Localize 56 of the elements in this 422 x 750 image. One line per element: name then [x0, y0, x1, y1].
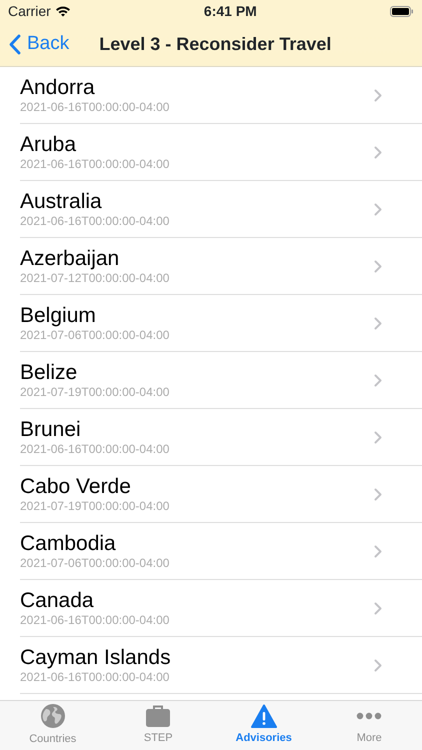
- chevron-right-icon: [374, 260, 382, 272]
- country-row[interactable]: Aruba 2021-06-16T00:00:00-04:00: [20, 124, 422, 181]
- country-name: Belgium: [20, 304, 97, 328]
- country-name: Azerbaijan: [20, 247, 120, 271]
- wifi-icon: [54, 5, 71, 17]
- globe-icon: [40, 703, 66, 730]
- advisory-date: 2021-06-16T00:00:00-04:00: [20, 670, 170, 684]
- country-row[interactable]: Cayman Islands 2021-06-16T00:00:00-04:00: [20, 637, 422, 694]
- chevron-right-icon: [374, 658, 382, 672]
- advisory-date: 2021-06-16T00:00:00-04:00: [20, 442, 170, 456]
- country-name: Belize: [20, 361, 78, 385]
- country-name: Cambodia: [20, 532, 117, 556]
- country-name: Brunei: [20, 418, 82, 442]
- carrier-label: Carrier: [8, 2, 51, 20]
- back-button[interactable]: Back: [8, 30, 70, 58]
- briefcase-icon: [145, 704, 172, 728]
- advisory-date: 2021-06-16T00:00:00-04:00: [20, 613, 170, 627]
- chevron-right-icon: [374, 488, 382, 500]
- country-name: Cabo Verde: [20, 475, 132, 499]
- country-row[interactable]: Belize 2021-07-19T00:00:00-04:00: [20, 352, 422, 409]
- chevron-right-icon: [374, 146, 382, 158]
- advisory-date: 2021-07-19T00:00:00-04:00: [20, 499, 170, 513]
- advisory-date: 2021-06-16T00:00:00-04:00: [20, 157, 170, 171]
- chevron-right-icon: [374, 602, 382, 614]
- country-row[interactable]: Australia 2021-06-16T00:00:00-04:00: [20, 181, 422, 238]
- advisory-date: 2021-07-19T00:00:00-04:00: [20, 385, 170, 399]
- country-name: Andorra: [20, 76, 96, 100]
- status-time: 6:41 PM: [204, 2, 257, 20]
- chevron-right-icon: [374, 202, 382, 216]
- chevron-right-icon: [374, 544, 382, 558]
- advisory-date: 2021-06-16T00:00:00-04:00: [20, 214, 170, 228]
- country-row[interactable]: Cabo Verde 2021-07-19T00:00:00-04:00: [20, 466, 422, 523]
- advisory-date: 2021-07-06T00:00:00-04:00: [20, 556, 170, 570]
- advisory-date: 2021-07-06T00:00:00-04:00: [20, 328, 170, 342]
- chevron-right-icon: [374, 88, 382, 102]
- country-name: Cayman Islands: [20, 646, 172, 670]
- advisory-date: 2021-06-16T00:00:00-04:00: [20, 100, 170, 114]
- country-row[interactable]: Canada 2021-06-16T00:00:00-04:00: [20, 580, 422, 637]
- tab-bar-item[interactable]: Advisories: [211, 701, 316, 750]
- chevron-right-icon: [374, 316, 382, 330]
- country-name: Australia: [20, 190, 103, 214]
- country-row[interactable]: Azerbaijan 2021-07-12T00:00:00-04:00: [20, 238, 422, 295]
- country-row[interactable]: Andorra 2021-06-16T00:00:00-04:00: [20, 67, 422, 124]
- chevron-right-icon: [374, 374, 382, 386]
- country-name: Aruba: [20, 133, 78, 157]
- country-row[interactable]: Brunei 2021-06-16T00:00:00-04:00: [20, 409, 422, 466]
- chevron-left-icon: [8, 34, 21, 54]
- country-row[interactable]: Belgium 2021-07-06T00:00:00-04:00: [20, 295, 422, 352]
- country-row[interactable]: Cambodia 2021-07-06T00:00:00-04:00: [20, 523, 422, 580]
- nav-title: Level 3 - Reconsider Travel: [99, 32, 332, 56]
- country-name: Canada: [20, 589, 95, 613]
- more-icon: [356, 712, 382, 720]
- battery-icon: [390, 6, 414, 16]
- warning-icon: [250, 704, 277, 728]
- chevron-right-icon: [374, 430, 382, 444]
- advisory-date: 2021-07-12T00:00:00-04:00: [20, 271, 170, 285]
